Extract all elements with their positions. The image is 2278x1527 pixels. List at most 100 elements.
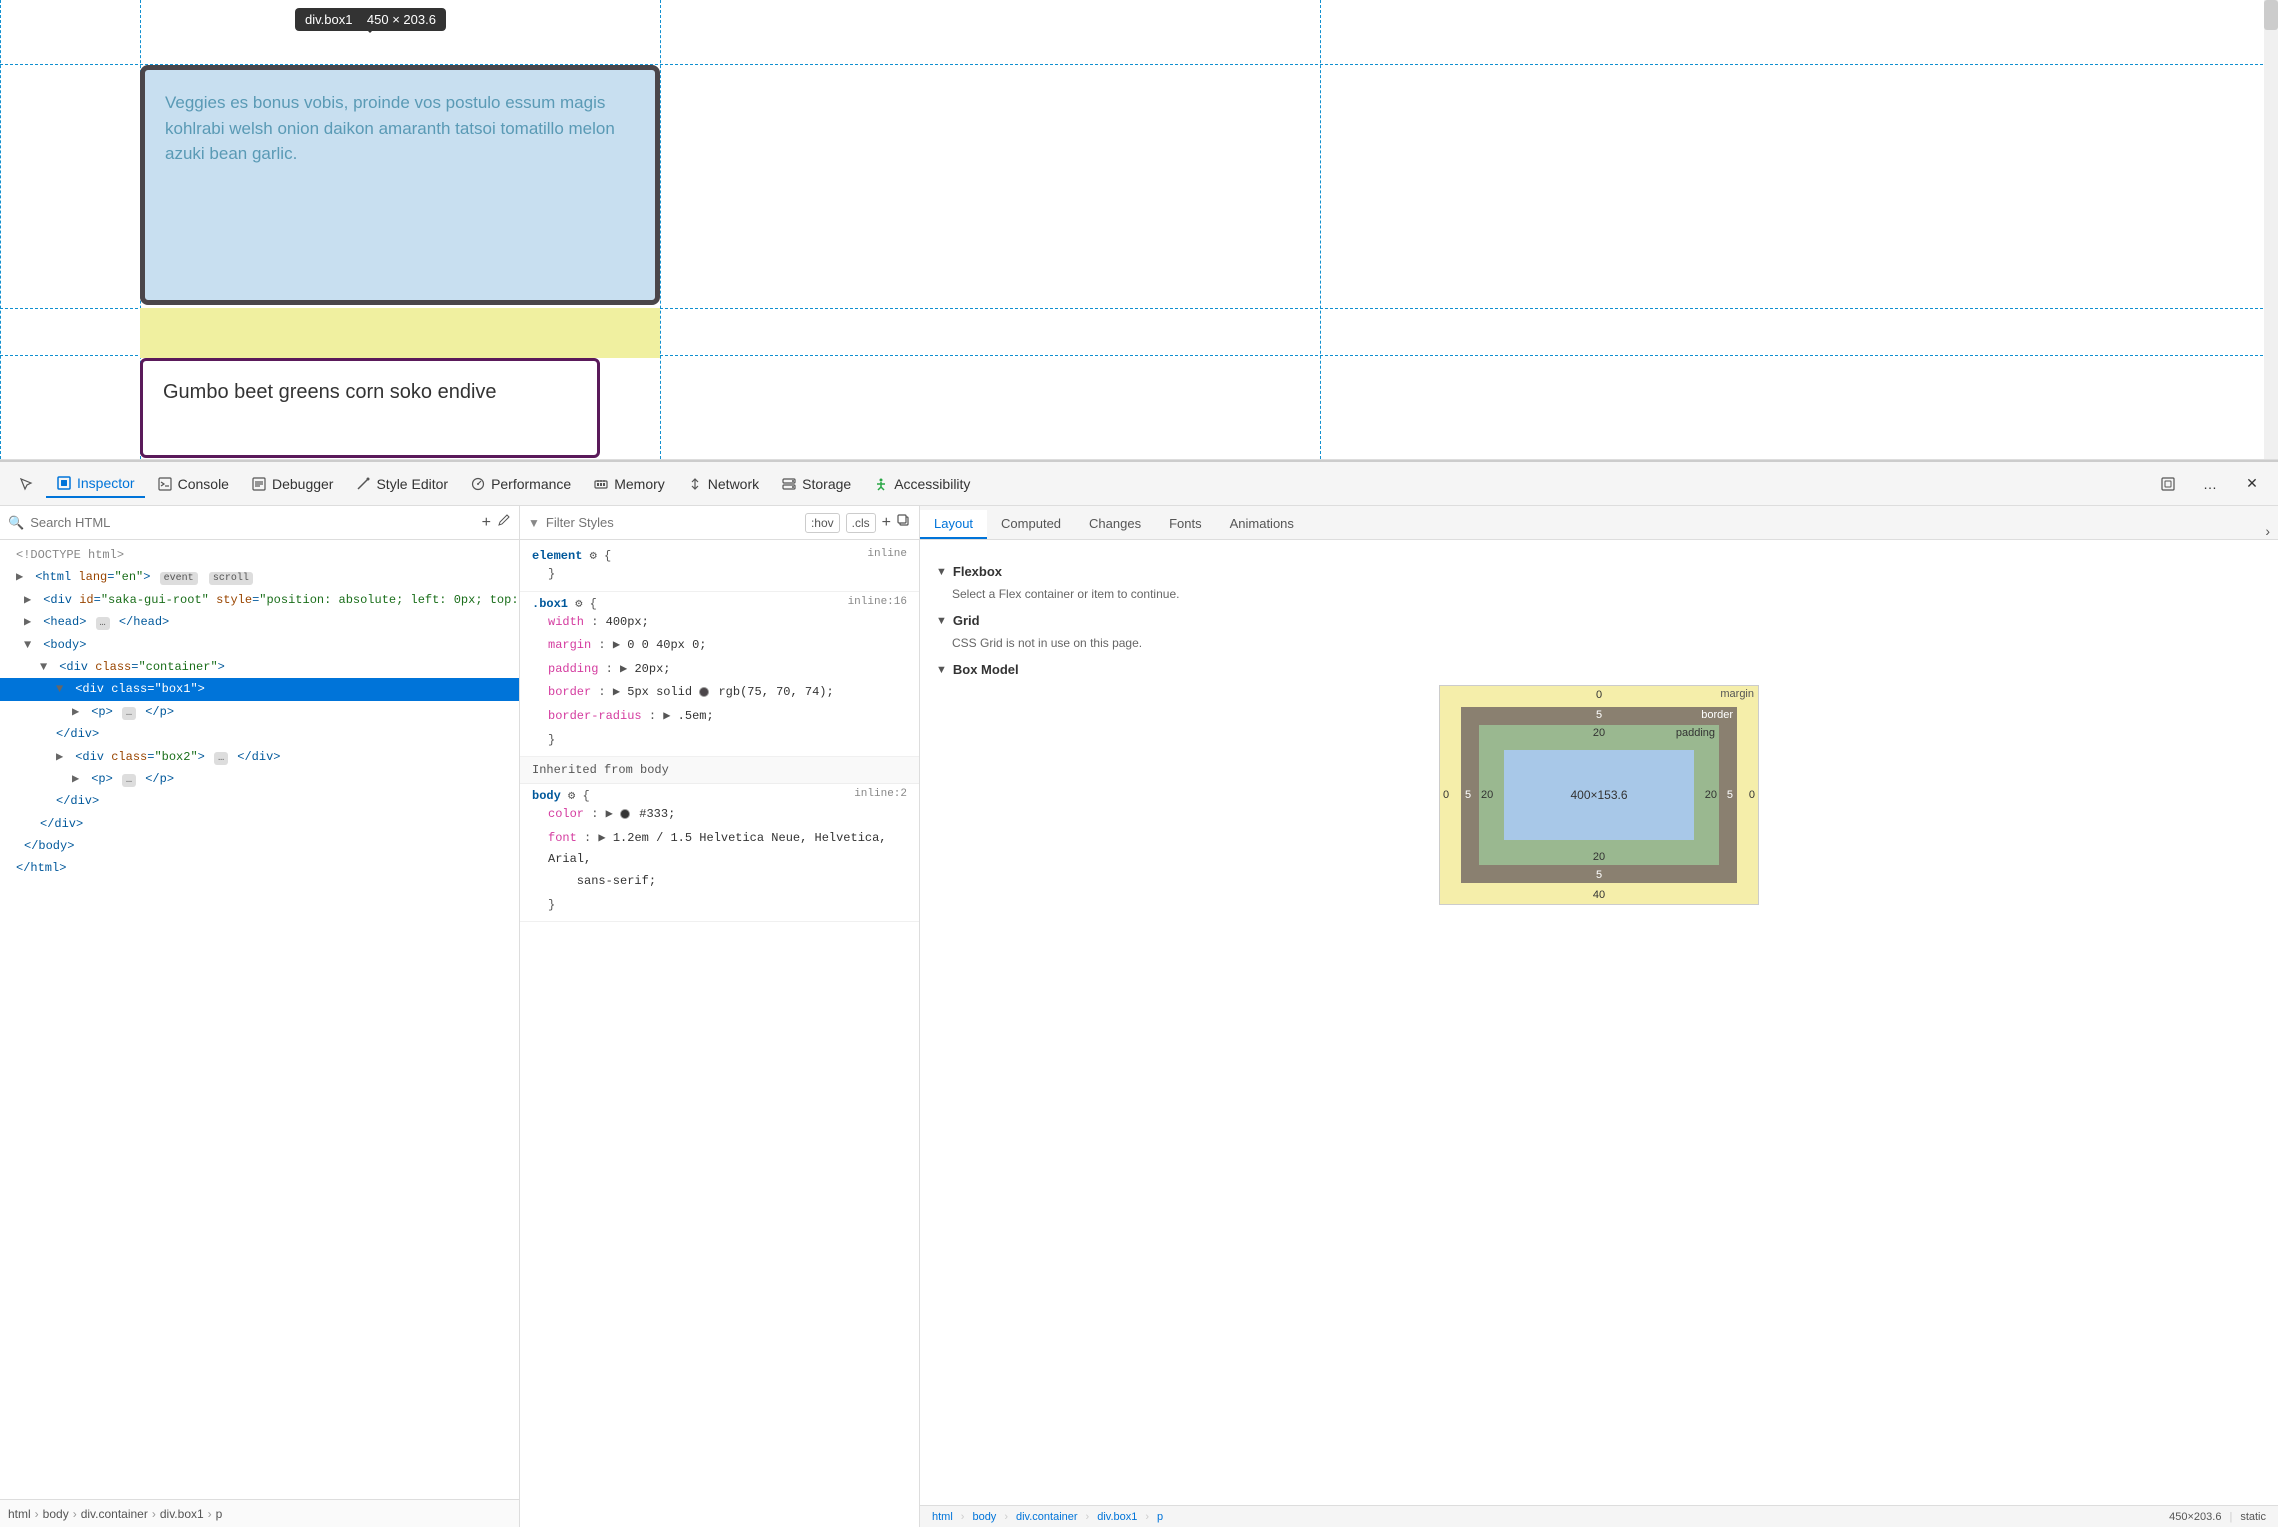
grid-section-header[interactable]: ▼ Grid xyxy=(936,613,2262,628)
tooltip-selector: div.box1 xyxy=(305,12,352,27)
pick-color-button[interactable] xyxy=(497,513,511,532)
box2-element: Gumbo beet greens corn soko endive xyxy=(140,358,600,458)
close-devtools-button[interactable]: ✕ xyxy=(2234,471,2270,497)
content-size: 400×153.6 xyxy=(1570,788,1627,802)
accessibility-tab-button[interactable]: Accessibility xyxy=(863,471,980,497)
css-rule-box1: .box1 ⚙ { inline:16 width : 400px; margi… xyxy=(520,592,919,758)
add-rule-button[interactable]: + xyxy=(882,514,891,532)
tab-computed[interactable]: Computed xyxy=(987,510,1075,539)
guide-line-v4 xyxy=(0,0,1,459)
css-panel: ▼ :hov .cls + element ⚙ { xyxy=(520,506,920,1527)
preview-scrollbar[interactable] xyxy=(2264,0,2278,459)
filter-icon: ▼ xyxy=(528,516,540,530)
expand-panel-button[interactable] xyxy=(2150,471,2186,497)
grid-arrow: ▼ xyxy=(936,615,947,627)
console-tab-button[interactable]: Console xyxy=(147,471,239,497)
add-node-button[interactable]: + xyxy=(482,514,491,532)
padding-label: padding xyxy=(1672,725,1719,741)
html-tree: <!DOCTYPE html> ▶ <html lang="en"> event… xyxy=(0,540,519,1499)
breadcrumb-p[interactable]: p xyxy=(216,1507,223,1521)
css-toolbar: ▼ :hov .cls + xyxy=(520,506,919,540)
html-line-closediv1[interactable]: </div> xyxy=(0,723,519,745)
box1-element: Veggies es bonus vobis, proinde vos post… xyxy=(140,65,660,305)
html-line-box2[interactable]: ▶ <div class="box2"> … </div> xyxy=(0,746,519,768)
search-icon: 🔍 xyxy=(8,515,24,531)
inspector-icon xyxy=(56,475,72,491)
grid-section-body: CSS Grid is not in use on this page. xyxy=(936,636,2262,650)
storage-tab-button[interactable]: Storage xyxy=(771,471,861,497)
tab-animations[interactable]: Animations xyxy=(1216,510,1308,539)
toolbar-right: … ✕ xyxy=(2150,471,2270,497)
status-html[interactable]: html xyxy=(932,1511,953,1523)
yellow-margin-bar xyxy=(140,308,660,358)
status-body[interactable]: body xyxy=(972,1511,996,1523)
status-p[interactable]: p xyxy=(1157,1511,1163,1523)
more-icon: … xyxy=(2202,476,2218,492)
status-box1[interactable]: div.box1 xyxy=(1097,1511,1137,1523)
tab-fonts[interactable]: Fonts xyxy=(1155,510,1216,539)
performance-icon xyxy=(470,476,486,492)
margin-left-val: 0 xyxy=(1443,789,1449,801)
css-content: element ⚙ { inline } .box1 ⚙ { inline:16 xyxy=(520,540,919,1527)
devtools-toolbar: Inspector Console xyxy=(0,462,2278,506)
margin-label: margin xyxy=(1716,686,1758,702)
debugger-label: Debugger xyxy=(272,476,334,492)
margin-bottom-val: 40 xyxy=(1593,889,1605,901)
flexbox-section-body: Select a Flex container or item to conti… xyxy=(936,587,2262,601)
color-swatch-body[interactable] xyxy=(620,809,630,819)
html-line-head[interactable]: ▶ <head> … </head> xyxy=(0,611,519,633)
memory-tab-button[interactable]: Memory xyxy=(583,471,675,497)
breadcrumb-container[interactable]: div.container xyxy=(81,1507,148,1521)
grid-label: Grid xyxy=(953,613,980,628)
box-model-section-header[interactable]: ▼ Box Model xyxy=(936,662,2262,677)
html-search-input[interactable] xyxy=(30,515,475,530)
close-icon: ✕ xyxy=(2244,476,2260,492)
html-line-box1[interactable]: ▼ <div class="box1"> xyxy=(0,678,519,700)
layout-scroll-right[interactable]: › xyxy=(2265,523,2270,539)
preview-area: div.box1 450 × 203.6 Veggies es bonus vo… xyxy=(0,0,2278,460)
scrollbar-thumb[interactable] xyxy=(2264,0,2278,30)
devtools-panel: Inspector Console xyxy=(0,460,2278,1527)
html-line-closediv3[interactable]: </div> xyxy=(0,813,519,835)
tab-changes[interactable]: Changes xyxy=(1075,510,1155,539)
hov-button[interactable]: :hov xyxy=(805,513,840,533)
breadcrumb-body[interactable]: body xyxy=(43,1507,69,1521)
style-editor-label: Style Editor xyxy=(376,476,448,492)
breadcrumb-html[interactable]: html xyxy=(8,1507,31,1521)
html-line-doctype[interactable]: <!DOCTYPE html> xyxy=(0,544,519,566)
copy-rule-button[interactable] xyxy=(897,514,911,531)
status-bar: html › body › div.container › div.box1 ›… xyxy=(920,1505,2278,1527)
html-line-closehtml[interactable]: </html> xyxy=(0,857,519,879)
box2-text: Gumbo beet greens corn soko endive xyxy=(163,381,497,403)
flexbox-section-header[interactable]: ▼ Flexbox xyxy=(936,564,2262,579)
css-rule-box1-header: .box1 ⚙ { inline:16 xyxy=(532,596,907,611)
breadcrumb-box1[interactable]: div.box1 xyxy=(160,1507,204,1521)
performance-tab-button[interactable]: Performance xyxy=(460,471,581,497)
more-tools-button[interactable]: … xyxy=(2192,471,2228,497)
html-line-html[interactable]: ▶ <html lang="en"> event scroll xyxy=(0,566,519,588)
element-picker-button[interactable] xyxy=(8,471,44,497)
border-color-swatch[interactable] xyxy=(699,687,709,697)
html-line-container[interactable]: ▼ <div class="container"> xyxy=(0,656,519,678)
css-filter-input[interactable] xyxy=(546,515,799,530)
accessibility-icon xyxy=(873,476,889,492)
tab-layout[interactable]: Layout xyxy=(920,510,987,539)
html-line-closebody[interactable]: </body> xyxy=(0,835,519,857)
debugger-tab-button[interactable]: Debugger xyxy=(241,471,344,497)
html-line-body[interactable]: ▼ <body> xyxy=(0,634,519,656)
breadcrumb: html › body › div.container › div.box1 ›… xyxy=(0,1499,519,1527)
html-line-saka[interactable]: ▶ <div id="saka-gui-root" style="positio… xyxy=(0,589,519,611)
css-rule-element: element ⚙ { inline } xyxy=(520,544,919,592)
html-line-p1[interactable]: ▶ <p> … </p> xyxy=(0,701,519,723)
network-tab-button[interactable]: Network xyxy=(677,471,769,497)
cls-button[interactable]: .cls xyxy=(846,513,876,533)
guide-line-v3 xyxy=(1320,0,1321,459)
html-line-closediv2[interactable]: </div> xyxy=(0,790,519,812)
html-line-p2[interactable]: ▶ <p> … </p> xyxy=(0,768,519,790)
padding-bottom-val: 20 xyxy=(1593,851,1605,863)
html-search-bar: 🔍 + xyxy=(0,506,519,540)
box-model-label: Box Model xyxy=(953,662,1019,677)
status-container[interactable]: div.container xyxy=(1016,1511,1078,1523)
style-editor-tab-button[interactable]: Style Editor xyxy=(345,471,458,497)
inspector-tab-button[interactable]: Inspector xyxy=(46,470,145,498)
